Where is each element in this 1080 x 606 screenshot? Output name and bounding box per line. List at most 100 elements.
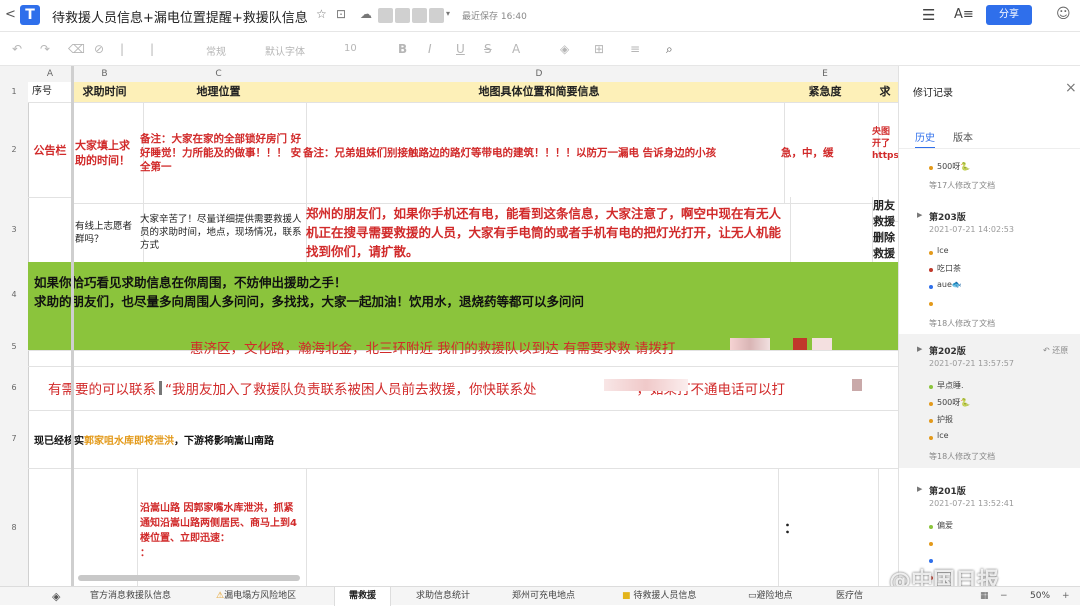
row-header[interactable]: 6 <box>0 366 29 411</box>
merged-cell-contact[interactable]: 有需要的可以联系 “我朋友加入了救援队负责联系被困人员前去救援，你快联系处 ，如… <box>28 366 898 411</box>
chevron-down-icon[interactable]: ▾ <box>446 9 450 18</box>
grid-cell[interactable]: 备注：兄弟姐妹们别接触路边的路灯等带电的建筑！！！！以防万一漏电 告诉身边的小孩 <box>300 102 785 204</box>
move-icon[interactable]: ⊡ <box>336 7 346 21</box>
back-button[interactable]: < <box>5 7 16 22</box>
grid-cell[interactable]: 备注：大家在家的全部锁好房门 好好睡觉！力所能及的做事！！！ 安全第一 <box>137 102 307 204</box>
clear-format-icon[interactable]: ⊘ <box>94 42 104 56</box>
font-size-select[interactable]: 10 <box>344 43 357 54</box>
header-cell[interactable]: 地理位置 <box>137 82 301 103</box>
grid-cell[interactable]: 公告栏 <box>28 102 73 198</box>
redaction <box>604 379 688 391</box>
menu-icon[interactable]: ☰ <box>922 6 935 24</box>
sheet-tab[interactable]: 求助信息统计 <box>416 587 470 606</box>
format-painter-icon[interactable]: ⌫ <box>68 42 85 56</box>
avatar[interactable] <box>395 8 410 23</box>
editors-more[interactable]: 等17人修改了文档 <box>929 180 995 191</box>
row-header[interactable]: 1 <box>0 82 29 103</box>
italic-icon[interactable]: I <box>428 42 432 56</box>
expand-icon[interactable]: ▶ <box>917 345 922 353</box>
font-format-icon[interactable]: A≡ <box>954 7 974 22</box>
header-cell[interactable]: 求助时间 <box>72 82 138 103</box>
grid-view-icon[interactable]: ▦ <box>980 587 989 606</box>
sheet-tab[interactable]: ⚠漏电塌方风险地区 <box>216 587 296 606</box>
align-icon[interactable]: ≡ <box>630 42 640 56</box>
border-icon[interactable]: ⊞ <box>594 42 604 56</box>
zoom-level[interactable]: 50% <box>1030 587 1050 606</box>
grid-cell[interactable] <box>778 197 873 263</box>
avatar[interactable] <box>412 8 427 23</box>
spreadsheet-grid[interactable]: A B C D E 1 2 3 4 5 6 7 8 序号 求助时间 地理位置 地… <box>0 66 898 586</box>
editors-more[interactable]: 等18人修改了文档 <box>929 318 995 329</box>
row-header[interactable]: 5 <box>0 328 29 367</box>
redo-icon[interactable]: ↷ <box>40 42 50 56</box>
header-cell[interactable]: 求 <box>872 82 898 103</box>
grid-cell[interactable]: 大家辛苦了！尽量详细提供需要救援人员的求助时间，地点，现场情况，联系方式 <box>137 197 307 269</box>
column-header[interactable]: E <box>778 66 873 83</box>
column-header[interactable]: A <box>28 66 73 83</box>
row-header[interactable]: 2 <box>0 102 29 198</box>
row-header[interactable]: 7 <box>0 410 29 469</box>
header-cell[interactable]: 序号 <box>28 82 77 103</box>
zoom-in-icon[interactable]: + <box>1062 587 1070 606</box>
grid-cell[interactable]: 朋友救援删除救援 <box>872 197 898 265</box>
bold-icon[interactable]: B <box>398 42 407 56</box>
row-header[interactable]: 3 <box>0 197 29 263</box>
expand-icon[interactable]: ▶ <box>917 211 922 219</box>
sheet-tab[interactable]: 医疗信 <box>836 587 863 606</box>
header-cell[interactable]: 地图具体位置和简要信息 <box>300 82 779 103</box>
sheet-tab[interactable]: 官方消息救援队信息 <box>90 587 171 606</box>
grid-cell[interactable]: 沿嵩山路 因郭家嘴水库泄洪，抓紧通知沿嵩山路两侧居民、商马上到4楼位置、立即迅速… <box>137 468 307 586</box>
row-header[interactable]: 8 <box>0 468 29 586</box>
close-icon[interactable]: × <box>1065 80 1077 96</box>
fill-color-icon[interactable]: ◈ <box>560 42 569 56</box>
document-title[interactable]: 待救援人员信息+漏电位置提醒+救援队信息 <box>52 7 308 26</box>
font-color-icon[interactable]: A <box>512 42 520 56</box>
tab-version[interactable]: 版本 <box>953 129 973 144</box>
version-entry-selected[interactable]: ▶ 第202版 ↶ 还原 2021-07-21 13:57:57 早点睡. 50… <box>899 334 1080 468</box>
title-bar: < T 待救援人员信息+漏电位置提醒+救援队信息 ☆ ⊡ ☁ ▾ 最近保存 16… <box>0 0 1080 32</box>
column-header[interactable]: B <box>72 66 138 83</box>
restore-button[interactable]: ↶ 还原 <box>1043 345 1068 356</box>
font-style-select[interactable]: 常规 <box>206 43 226 58</box>
strikethrough-icon[interactable]: S <box>484 42 492 56</box>
editor-dot <box>929 542 933 546</box>
column-header[interactable] <box>872 66 898 83</box>
avatar[interactable] <box>378 8 393 23</box>
undo-icon[interactable]: ↶ <box>12 42 22 56</box>
grid-cell[interactable]: 有线上志愿者群吗？ <box>72 197 144 269</box>
grid-cell[interactable] <box>72 468 138 586</box>
layers-icon[interactable]: ◈ <box>52 587 60 606</box>
grid-cell[interactable] <box>28 197 73 263</box>
horizontal-scrollbar[interactable] <box>78 575 300 581</box>
corner-cell[interactable] <box>0 66 29 83</box>
search-icon[interactable]: ⌕ <box>666 42 673 57</box>
underline-icon[interactable]: U <box>456 42 465 56</box>
collaborators-icon[interactable]: ☁ <box>360 7 372 21</box>
grid-cell[interactable] <box>28 468 73 586</box>
row-header[interactable]: 4 <box>0 262 29 329</box>
user-avatar-icon[interactable]: ☺ <box>1056 6 1071 22</box>
editors-more[interactable]: 等18人修改了文档 <box>929 451 995 462</box>
sheet-tab-active[interactable]: 需救援 <box>334 587 392 606</box>
sheet-tab[interactable]: ▭避险地点 <box>748 587 793 606</box>
grid-cell[interactable] <box>300 468 779 586</box>
zoom-out-icon[interactable]: − <box>1000 587 1008 606</box>
tab-history[interactable]: 历史 <box>915 129 935 149</box>
share-button[interactable]: 分享 <box>986 5 1032 25</box>
column-header[interactable]: D <box>300 66 779 83</box>
freeze-divider[interactable] <box>71 66 74 586</box>
sheet-tab[interactable]: 郑州可充电地点 <box>512 587 575 606</box>
grid-cell[interactable]: 急，中，缓 <box>778 102 879 204</box>
star-icon[interactable]: ☆ <box>316 7 327 21</box>
expand-icon[interactable]: ▶ <box>917 485 922 493</box>
grid-cell[interactable]: ： <box>778 468 879 586</box>
version-entry[interactable]: ▶ 第203版 2021-07-21 14:02:53 lce 吃口茶 aue🐟… <box>899 204 1080 332</box>
grid-cell[interactable]: 大家填上求助的时间！ <box>72 102 144 204</box>
column-header[interactable]: C <box>137 66 301 83</box>
merged-cell-flood[interactable]: 现已经核实 郭家咀水库即将泄洪 ，下游将影响嵩山南路 <box>28 410 898 469</box>
sheet-tab[interactable]: ■ 待救援人员信息 <box>622 587 696 606</box>
grid-cell[interactable]: 郑州的朋友们，如果你手机还有电，能看到这条信息，大家注意了，啊空中现在有无人机正… <box>300 197 791 269</box>
header-cell[interactable]: 紧急度 <box>778 82 873 103</box>
font-family-select[interactable]: 默认字体 <box>265 43 305 58</box>
avatar[interactable] <box>429 8 444 23</box>
